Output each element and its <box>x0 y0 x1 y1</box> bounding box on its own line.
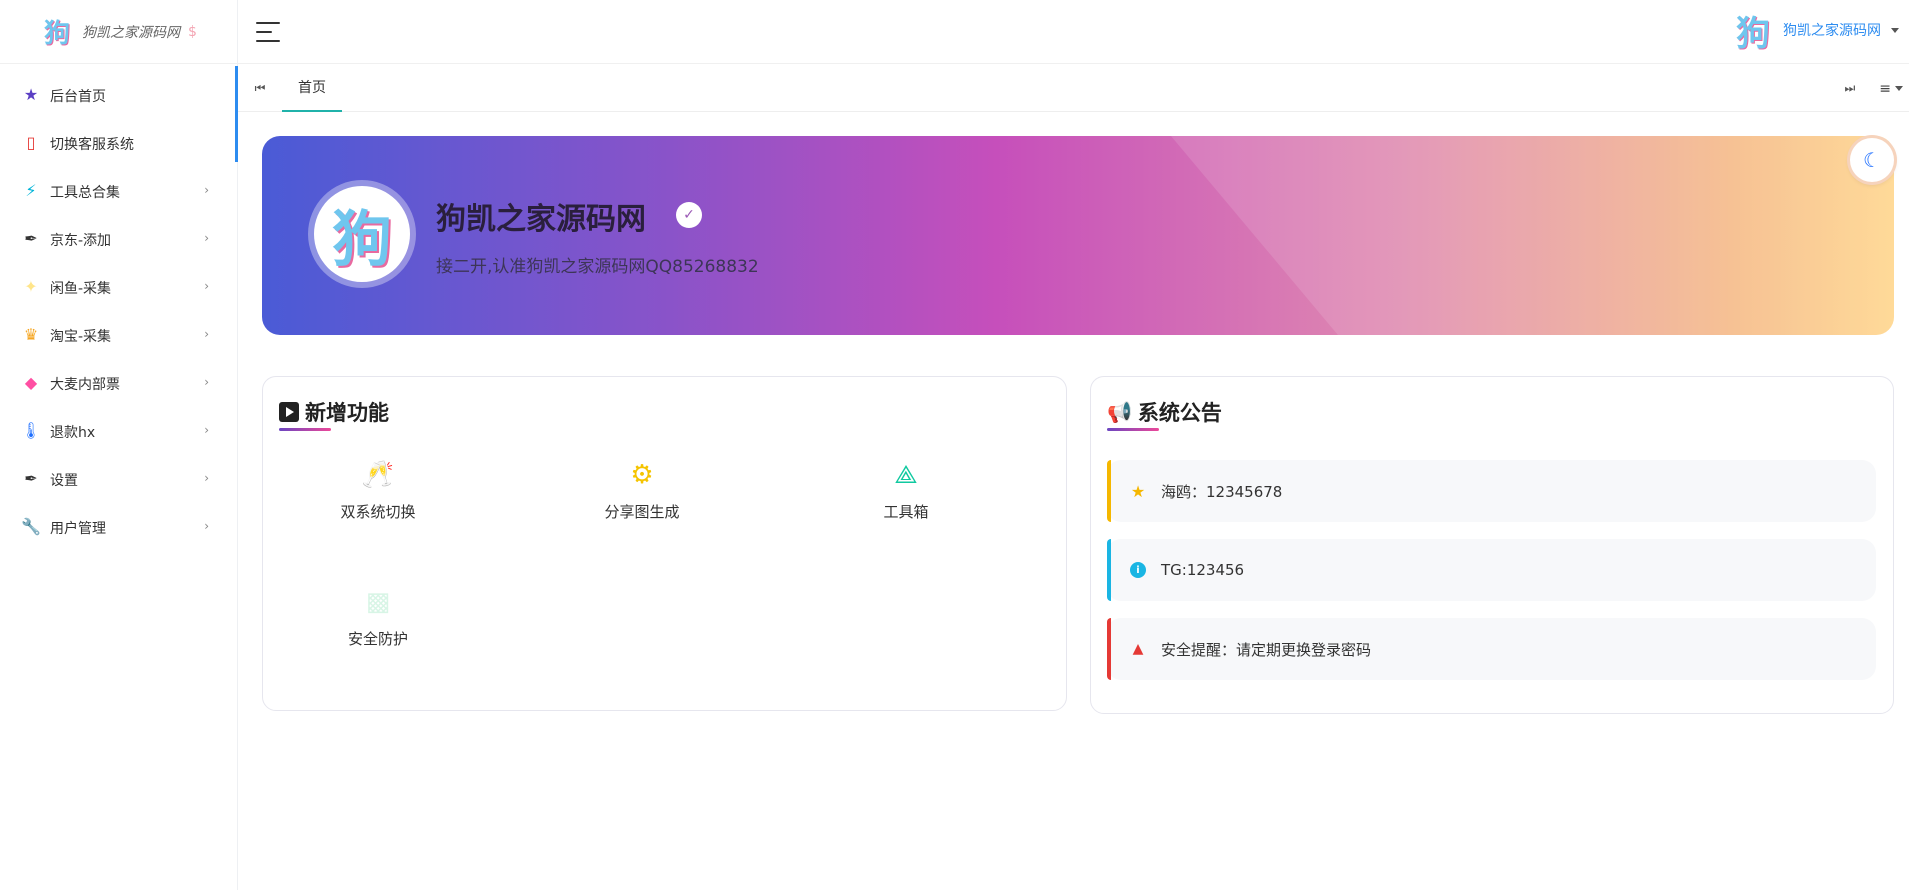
warning-icon: ▲ <box>1132 641 1144 657</box>
notices-title: 📢 系统公告 <box>1107 397 1222 427</box>
star-icon: ★ <box>1130 481 1146 501</box>
sidebar-logo[interactable]: 狗 狗凯之家源码网 $ <box>0 0 237 64</box>
feature-label: 分享图生成 <box>604 503 680 521</box>
notice-item: ★ 海鸥：12345678 <box>1107 460 1876 522</box>
chevron-right-icon: › <box>204 231 209 245</box>
tab-bar: ⏮ 首页 ⏭ ≡ <box>238 65 1909 112</box>
notice-text: TG:123456 <box>1161 561 1245 579</box>
play-icon <box>279 402 299 422</box>
sidebar-item-6[interactable]: ◆ 大麦内部票 › <box>0 358 237 406</box>
sidebar-menu: ★ 后台首页 ▯ 切换客服系统 ⚡ 工具总合集 › ✒ 京东-添加 › ✦ 闲鱼-采集 › ♛ 淘宝-采集 ›… <box>0 64 237 550</box>
sidebar-item-0[interactable]: ★ 后台首页 <box>0 70 237 118</box>
lightning-icon: ⚡ <box>25 180 37 200</box>
features-card: 新增功能 🥂 双系统切换 ⚙ 分享图生成 ⟁ 工具箱 ▩ 安全防护 <box>262 376 1067 711</box>
crown-icon: ♛ <box>23 324 39 344</box>
chevron-right-icon: › <box>204 519 209 533</box>
list-icon: ≡ <box>1879 80 1891 97</box>
wrench-icon: 🔧 <box>21 516 41 536</box>
logo-text: 狗凯之家源码网 <box>82 24 181 41</box>
sidebar-item-label: 大麦内部票 <box>50 377 120 393</box>
notice-text: 安全提醒：请定期更换登录密码 <box>1161 640 1372 659</box>
sidebar-item-label: 淘宝-采集 <box>50 329 112 345</box>
gears-icon: ⚙ <box>630 460 654 490</box>
feature-item[interactable]: ▩ 安全防护 <box>308 584 448 649</box>
logo-icon: 狗 <box>44 19 71 49</box>
sidebar-item-label: 退款hx <box>50 425 96 441</box>
dollar-icon: $ <box>188 23 197 40</box>
sparkle-icon: ✦ <box>24 276 38 296</box>
feature-label: 安全防护 <box>347 630 408 648</box>
sidebar-item-label: 用户管理 <box>50 521 106 537</box>
megaphone-icon: 📢 <box>1107 400 1132 424</box>
tab-label: 首页 <box>298 80 326 96</box>
sidebar-item-label: 工具总合集 <box>50 185 120 201</box>
tab-scroll-left-icon[interactable]: ⏮ <box>238 81 282 96</box>
chevron-right-icon: › <box>204 471 209 485</box>
tab-scroll-right-icon[interactable]: ⏭ <box>1844 81 1855 96</box>
chevron-down-icon <box>1891 27 1899 33</box>
tab-home[interactable]: 首页 <box>282 65 342 112</box>
title-underline <box>279 428 331 431</box>
sidebar-item-5[interactable]: ♛ 淘宝-采集 › <box>0 310 237 358</box>
notice-item: i TG:123456 <box>1107 539 1876 601</box>
title-underline <box>1107 428 1159 431</box>
puzzle-icon: ▩ <box>365 587 391 617</box>
chevron-right-icon: › <box>204 423 209 437</box>
compass-icon: ⟁ <box>894 459 918 490</box>
notices-card: 📢 系统公告 ★ 海鸥：12345678 i TG:123456 ▲ 安全提醒：请定期更换… <box>1090 376 1894 714</box>
sidebar-item-label: 京东-添加 <box>50 233 112 249</box>
feature-label: 工具箱 <box>883 503 929 521</box>
pen-icon: ✒ <box>24 228 38 248</box>
features-title: 新增功能 <box>279 397 389 427</box>
top-header: 狗 狗凯之家源码网 <box>238 0 1909 64</box>
sidebar-item-9[interactable]: 🔧 用户管理 › <box>0 502 237 550</box>
feature-item[interactable]: 🥂 双系统切换 <box>308 457 448 522</box>
user-name: 狗凯之家源码网 <box>1783 23 1881 39</box>
menu-toggle-icon[interactable] <box>256 21 280 42</box>
sidebar-item-label: 后台首页 <box>50 89 106 105</box>
sidebar-item-4[interactable]: ✦ 闲鱼-采集 › <box>0 262 237 310</box>
banner-avatar: 狗 <box>314 186 410 282</box>
sidebar-item-7[interactable]: 🌡 退款hx › <box>0 406 237 454</box>
chevron-right-icon: › <box>204 375 209 389</box>
chevron-down-icon <box>1895 86 1903 91</box>
sidebar-item-8[interactable]: ✒ 设置 › <box>0 454 237 502</box>
chevron-right-icon: › <box>204 279 209 293</box>
sidebar-item-3[interactable]: ✒ 京东-添加 › <box>0 214 237 262</box>
sidebar-item-2[interactable]: ⚡ 工具总合集 › <box>0 166 237 214</box>
chevron-right-icon: › <box>204 327 209 341</box>
notice-text: 海鸥：12345678 <box>1161 482 1283 501</box>
verified-icon: ✓ <box>676 202 702 228</box>
profile-banner: 狗 狗凯之家源码网 ✓ 接二开,认准狗凯之家源码网QQ85268832 <box>262 136 1894 335</box>
thermometer-icon: 🌡 <box>20 420 42 440</box>
notices-title-text: 系统公告 <box>1137 401 1222 425</box>
broken-image-icon: ▯ <box>26 132 36 152</box>
gem-icon: ◆ <box>24 372 38 392</box>
chevron-right-icon: › <box>204 183 209 197</box>
tab-options-menu[interactable]: ≡ <box>1879 81 1903 97</box>
sidebar-item-label: 切换客服系统 <box>50 137 134 153</box>
banner-title: 狗凯之家源码网 <box>436 202 646 237</box>
feature-item[interactable]: ⚙ 分享图生成 <box>572 457 712 522</box>
star-icon: ★ <box>23 84 39 104</box>
features-title-text: 新增功能 <box>305 401 389 425</box>
pen-icon: ✒ <box>24 468 38 488</box>
sidebar-item-1[interactable]: ▯ 切换客服系统 <box>0 118 237 166</box>
banner-subtitle: 接二开,认准狗凯之家源码网QQ85268832 <box>436 257 759 277</box>
feature-item[interactable]: ⟁ 工具箱 <box>836 457 976 522</box>
feature-label: 双系统切换 <box>340 503 416 521</box>
avatar: 狗 <box>1736 13 1770 54</box>
info-icon: i <box>1129 562 1147 578</box>
sidebar-item-label: 设置 <box>50 473 78 489</box>
sidebar-item-label: 闲鱼-采集 <box>50 281 112 297</box>
notice-item: ▲ 安全提醒：请定期更换登录密码 <box>1107 618 1876 680</box>
sidebar: 狗 狗凯之家源码网 $ ★ 后台首页 ▯ 切换客服系统 ⚡ 工具总合集 › ✒ 京东-添加 › ✦ 闲… <box>0 0 238 890</box>
toast-glasses-icon: 🥂 <box>361 460 395 490</box>
dark-mode-toggle-icon[interactable]: ☾ <box>1850 138 1894 182</box>
user-menu[interactable]: 狗 狗凯之家源码网 <box>1731 8 1899 54</box>
